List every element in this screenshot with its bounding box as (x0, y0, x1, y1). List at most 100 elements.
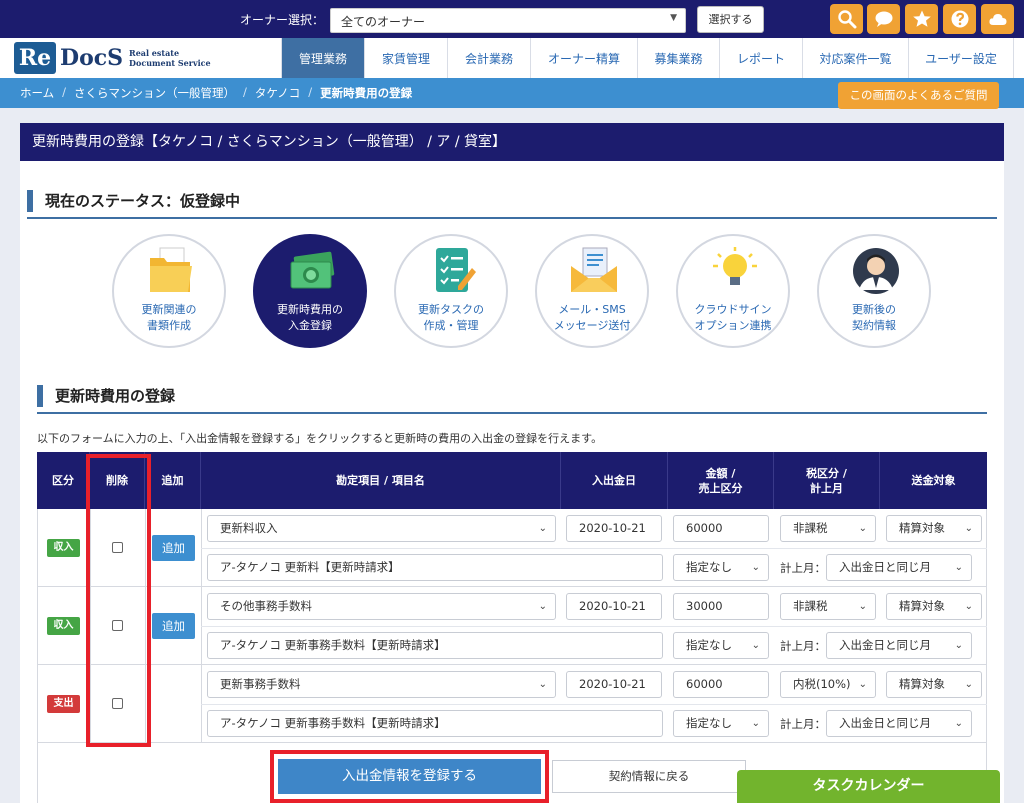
chevron-down-icon: ⌄ (538, 679, 547, 690)
nav-item-user-settings[interactable]: ユーザー設定 (908, 38, 1014, 78)
month-label: 計上月： (780, 717, 826, 731)
item-name-input[interactable]: ア-タケノコ 更新事務手数料【更新時請求】 (207, 632, 663, 659)
type-badge-income: 収入 (47, 539, 80, 557)
envelope-icon (571, 247, 617, 292)
owner-select-value: 全てのオーナー (341, 15, 426, 29)
amount-input[interactable]: 60000 (673, 515, 769, 542)
nav-item-boshu[interactable]: 募集業務 (637, 38, 719, 78)
star-icon[interactable] (905, 4, 938, 34)
task-calendar-button[interactable]: タスクカレンダー (737, 770, 1000, 803)
nav-item-kanri[interactable]: 管理業務 (281, 38, 364, 78)
person-icon (853, 248, 899, 294)
highlight-register-button (270, 750, 549, 803)
page-title: 更新時費用の登録【タケノコ / さくらマンション（一般管理） / ア / 貸室】 (20, 123, 1004, 161)
highlight-delete-column (86, 454, 151, 747)
chevron-down-icon: ⌄ (954, 718, 963, 729)
chevron-down-icon: ⌄ (964, 601, 973, 612)
step-documents[interactable]: 更新関連の 書類作成 (112, 234, 226, 348)
nav-item-taiou-anken[interactable]: 対応案件一覧 (802, 38, 908, 78)
col-header-date: 入出金日 (561, 452, 668, 509)
amount-input[interactable]: 30000 (673, 593, 769, 620)
sales-select[interactable]: 指定なし ⌄ (673, 710, 769, 737)
account-select[interactable]: 更新事務手数料 ⌄ (207, 671, 556, 698)
target-select[interactable]: 精算対象 ⌄ (886, 671, 982, 698)
item-name-input[interactable]: ア-タケノコ 更新事務手数料【更新時請求】 (207, 710, 663, 737)
owner-select[interactable]: 全てのオーナー ▼ (330, 8, 686, 33)
main-nav: 管理業務 家賃管理 会計業務 オーナー精算 募集業務 レポート 対応案件一覧 ユ… (281, 38, 1014, 78)
owner-select-label: オーナー選択： (240, 13, 325, 27)
date-input[interactable]: 2020-10-21 (566, 593, 662, 620)
target-select[interactable]: 精算対象 ⌄ (886, 515, 982, 542)
item-name-input[interactable]: ア-タケノコ 更新料【更新時請求】 (207, 554, 663, 581)
tax-select[interactable]: 非課税 ⌄ (780, 593, 876, 620)
chevron-down-icon: ⌄ (858, 679, 867, 690)
tax-select[interactable]: 非課税 ⌄ (780, 515, 876, 542)
back-to-contract-button[interactable]: 契約情報に戻る (552, 760, 746, 793)
breadcrumb-home[interactable]: ホーム (20, 85, 54, 101)
nav-item-report[interactable]: レポート (719, 38, 802, 78)
breadcrumb-tenant[interactable]: タケノコ (255, 85, 300, 101)
chevron-down-icon: ⌄ (954, 640, 963, 651)
chevron-down-icon: ⌄ (751, 562, 760, 573)
chevron-down-icon: ⌄ (751, 640, 760, 651)
step-mail[interactable]: メール・SMS メッセージ送付 (535, 234, 649, 348)
checklist-icon (436, 248, 476, 292)
search-icon[interactable] (830, 4, 863, 34)
account-select[interactable]: 更新料収入 ⌄ (207, 515, 556, 542)
nav-item-yachin[interactable]: 家賃管理 (364, 38, 447, 78)
chevron-down-icon: ⌄ (964, 523, 973, 534)
chevron-down-icon: ⌄ (954, 562, 963, 573)
divider (37, 412, 987, 414)
chevron-down-icon: ⌄ (538, 601, 547, 612)
nav-item-kaikei[interactable]: 会計業務 (447, 38, 530, 78)
chevron-down-icon: ▼ (670, 13, 677, 23)
divider (27, 217, 997, 219)
chevron-down-icon: ⌄ (751, 718, 760, 729)
date-input[interactable]: 2020-10-21 (566, 671, 662, 698)
sales-select[interactable]: 指定なし ⌄ (673, 554, 769, 581)
redocs-logo[interactable]: Re DocS Real estate Document Service (14, 41, 211, 75)
section-title: 更新時費用の登録 (37, 385, 175, 407)
sales-select[interactable]: 指定なし ⌄ (673, 632, 769, 659)
breadcrumb-building[interactable]: さくらマンション（一般管理） (74, 85, 235, 101)
owner-select-button[interactable]: 選択する (697, 6, 764, 33)
col-header-tax: 税区分 / 計上月 (774, 452, 880, 509)
month-select[interactable]: 入出金日と同じ月 ⌄ (826, 632, 972, 659)
add-row-button[interactable]: 追加 (152, 613, 195, 639)
lightbulb-icon (713, 247, 757, 285)
faq-button[interactable]: この画面のよくあるご質問 (838, 82, 999, 109)
col-header-item: 勘定項目 / 項目名 (201, 452, 561, 509)
tax-select[interactable]: 内税(10%) ⌄ (780, 671, 876, 698)
status-title: 現在のステータス：仮登録中 (27, 190, 240, 212)
step-tasks[interactable]: 更新タスクの 作成・管理 (394, 234, 508, 348)
cloud-icon[interactable] (981, 4, 1014, 34)
help-icon[interactable] (943, 4, 976, 34)
form-description: 以下のフォームに入力の上、「入出金情報を登録する」をクリックすると更新時の費用の… (37, 432, 603, 445)
target-select[interactable]: 精算対象 ⌄ (886, 593, 982, 620)
chevron-down-icon: ⌄ (538, 523, 547, 534)
month-select[interactable]: 入出金日と同じ月 ⌄ (826, 710, 972, 737)
step-payment[interactable]: 更新時費用の 入金登録 (253, 234, 367, 348)
money-icon (290, 251, 335, 289)
step-cloudsign[interactable]: クラウドサイン オプション連携 (676, 234, 790, 348)
chevron-down-icon: ⌄ (858, 523, 867, 534)
date-input[interactable]: 2020-10-21 (566, 515, 662, 542)
breadcrumb-current: 更新時費用の登録 (320, 86, 413, 100)
chat-icon[interactable] (867, 4, 900, 34)
chevron-down-icon: ⌄ (858, 601, 867, 612)
amount-input[interactable]: 60000 (673, 671, 769, 698)
col-header-kubun: 区分 (37, 452, 90, 509)
add-row-button[interactable]: 追加 (152, 535, 195, 561)
nav-item-owner-seisan[interactable]: オーナー精算 (530, 38, 637, 78)
breadcrumb: ホーム / さくらマンション（一般管理） / タケノコ / 更新時費用の登録 (20, 85, 413, 101)
type-badge-expense: 支出 (47, 695, 80, 713)
account-select[interactable]: その他事務手数料 ⌄ (207, 593, 556, 620)
month-select[interactable]: 入出金日と同じ月 ⌄ (826, 554, 972, 581)
month-label: 計上月： (780, 639, 826, 653)
folder-icon (150, 247, 192, 292)
col-header-add: 追加 (145, 452, 201, 509)
col-header-amount: 金額 / 売上区分 (668, 452, 774, 509)
chevron-down-icon: ⌄ (964, 679, 973, 690)
type-badge-income: 収入 (47, 617, 80, 635)
step-contract-info[interactable]: 更新後の 契約情報 (817, 234, 931, 348)
